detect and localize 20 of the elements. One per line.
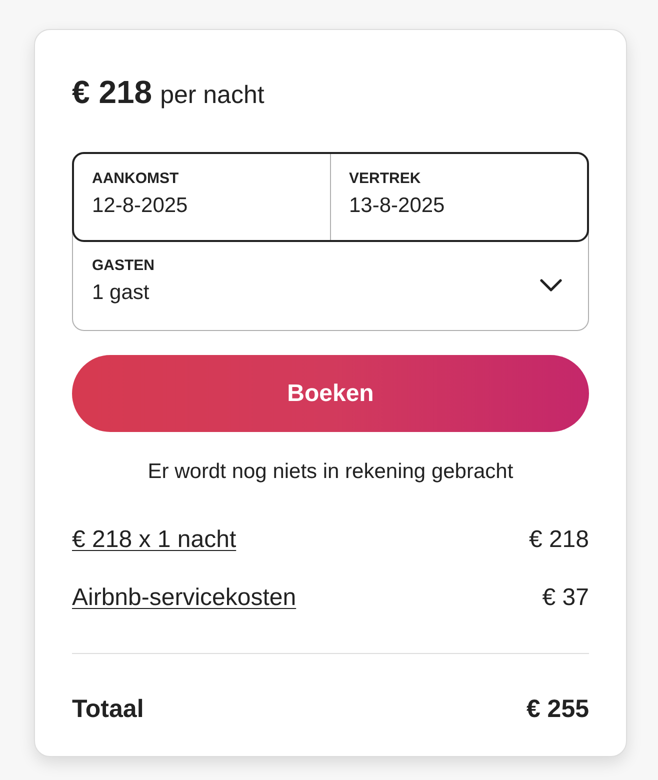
guests-dropdown[interactable]: GASTEN 1 gast [73, 241, 588, 330]
field-label: AANKOMST [92, 170, 179, 188]
total-label: Totaal [72, 694, 144, 724]
field-label: GASTEN [92, 257, 155, 275]
no-charge-note: Er wordt nog niets in rekening gebracht [146, 459, 514, 485]
fee-link[interactable]: € 218 x 1 nacht [72, 525, 236, 555]
fee-amount: € 37 [542, 583, 589, 613]
price-unit: per nacht [160, 80, 264, 111]
field-label: VERTREK [349, 170, 421, 188]
total-amount: € 255 [526, 694, 589, 724]
chevron-down-icon [540, 279, 562, 292]
fee-amount: € 218 [528, 525, 589, 555]
date-field[interactable]: AANKOMST 12-8-2025 [74, 154, 330, 240]
field-value: 1 gast [92, 280, 150, 306]
nightly-price: € 218 [72, 73, 152, 112]
book-button[interactable]: Boeken [72, 355, 589, 432]
date-field[interactable]: VERTREK 13-8-2025 [330, 154, 587, 240]
field-value: 13-8-2025 [349, 193, 445, 219]
field-value: 12-8-2025 [92, 193, 188, 219]
fee-link[interactable]: Airbnb-servicekosten [72, 583, 296, 613]
